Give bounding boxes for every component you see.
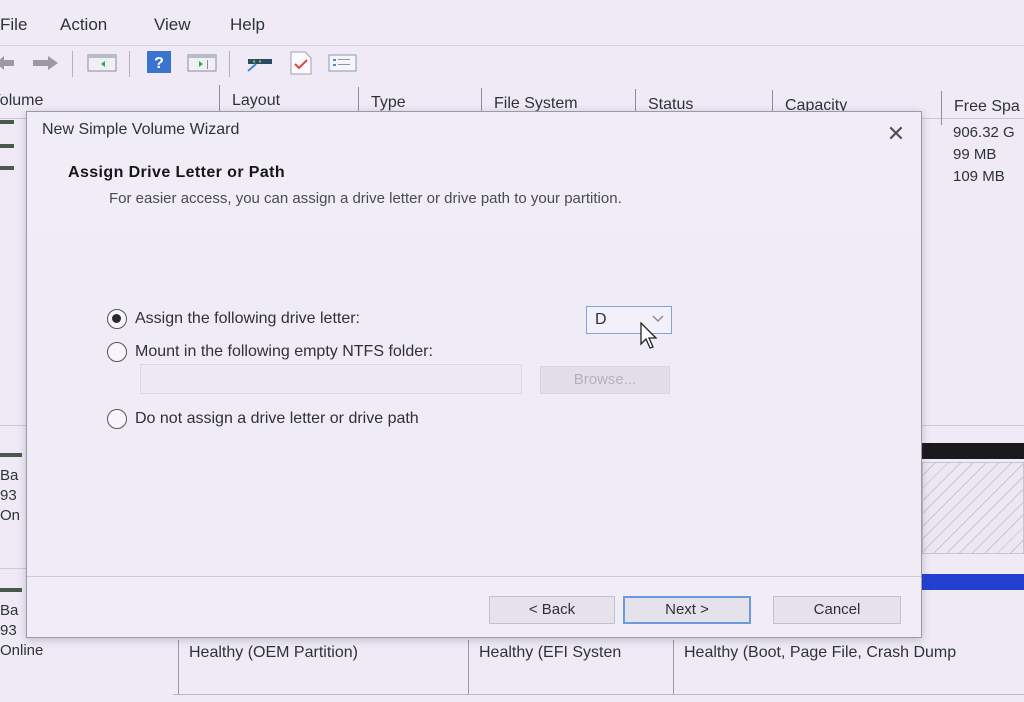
partition-boot[interactable]: Healthy (Boot, Page File, Crash Dump	[673, 640, 1024, 695]
drive-letter-value: D	[595, 311, 607, 328]
unallocated-bar	[922, 443, 1024, 459]
drive-letter-select[interactable]: D	[586, 306, 672, 334]
volume-icon	[0, 166, 14, 170]
new-simple-volume-wizard-dialog: New Simple Volume Wizard ✕ Assign Drive …	[26, 111, 922, 638]
menu-help[interactable]: Help	[230, 15, 265, 35]
back-button[interactable]: < Back	[489, 596, 615, 624]
properties-icon[interactable]	[328, 53, 358, 73]
radio-button-unchecked[interactable]	[107, 342, 127, 362]
radio-mount-ntfs-folder-label: Mount in the following empty NTFS folder…	[135, 343, 433, 360]
forward-icon[interactable]	[30, 53, 60, 73]
toolbar-separator	[72, 51, 73, 77]
connect-icon[interactable]	[244, 53, 274, 73]
radio-mount-ntfs-folder[interactable]: Mount in the following empty NTFS folder…	[107, 342, 433, 362]
menu-file[interactable]: File	[0, 15, 27, 35]
primary-partition-bar	[922, 574, 1024, 590]
ntfs-folder-path-input[interactable]	[140, 364, 522, 394]
wizard-page-subtitle: For easier access, you can assign a driv…	[109, 190, 622, 207]
back-icon[interactable]	[0, 53, 16, 73]
status-bottom-border	[173, 694, 1024, 695]
dialog-title: New Simple Volume Wizard	[42, 121, 240, 138]
toolbar: ?	[0, 45, 1024, 81]
browse-button[interactable]: Browse...	[540, 366, 670, 394]
radio-assign-drive-letter[interactable]: Assign the following drive letter:	[107, 309, 360, 329]
footer-divider	[27, 576, 921, 577]
free-space-cell: 109 MB	[953, 168, 1005, 185]
unallocated-partition[interactable]	[922, 462, 1024, 554]
cancel-button[interactable]: Cancel	[773, 596, 901, 624]
close-icon[interactable]: ✕	[885, 123, 907, 146]
disk-icon	[0, 588, 22, 592]
show-hide-action-pane-icon[interactable]	[187, 53, 217, 73]
menu-action[interactable]: Action	[60, 15, 107, 35]
column-free-space[interactable]: Free Spa	[941, 91, 1024, 125]
show-hide-console-tree-icon[interactable]	[87, 53, 117, 73]
disk-0-label: Ba 93 On	[0, 467, 21, 524]
radio-button-unchecked[interactable]	[107, 409, 127, 429]
toolbar-separator	[129, 51, 130, 77]
menu-view[interactable]: View	[154, 15, 191, 35]
radio-no-drive-letter-label: Do not assign a drive letter or drive pa…	[135, 410, 419, 427]
free-space-cell: 906.32 G	[953, 124, 1015, 141]
volume-icon	[0, 120, 14, 124]
menu-bar: File Action View Help	[0, 0, 1024, 44]
radio-no-drive-letter[interactable]: Do not assign a drive letter or drive pa…	[107, 409, 419, 429]
partition-efi[interactable]: Healthy (EFI Systen	[468, 640, 668, 695]
partition-oem[interactable]: Healthy (OEM Partition)	[178, 640, 463, 695]
radio-assign-drive-letter-label: Assign the following drive letter:	[135, 310, 360, 327]
svg-text:?: ?	[154, 55, 164, 72]
next-button[interactable]: Next >	[623, 596, 751, 624]
chevron-down-icon	[652, 315, 664, 322]
toolbar-separator	[229, 51, 230, 77]
disk-icon	[0, 453, 22, 457]
volume-icon	[0, 144, 14, 148]
wizard-body	[27, 236, 921, 576]
help-icon[interactable]: ?	[147, 51, 171, 73]
check-document-icon[interactable]	[289, 51, 313, 75]
radio-button-checked[interactable]	[107, 309, 127, 329]
wizard-page-title: Assign Drive Letter or Path	[68, 164, 286, 181]
free-space-cell: 99 MB	[953, 146, 997, 163]
